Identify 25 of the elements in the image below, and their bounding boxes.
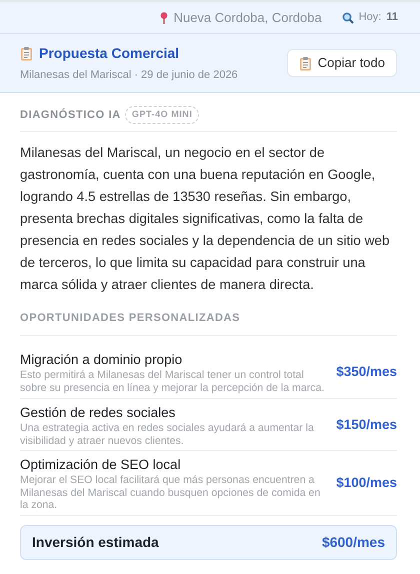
clipboard-icon: [20, 46, 33, 61]
total-label: Inversión estimada: [32, 532, 159, 552]
total-value: $600/mes: [322, 532, 385, 552]
location-text: Nueva Cordoba, Cordoba: [174, 8, 322, 27]
opportunity-price: $350/mes: [336, 362, 397, 381]
today-label: Hoy:: [358, 10, 382, 26]
opportunity-price: $100/mes: [336, 474, 397, 492]
search-icon: [342, 12, 354, 24]
copy-all-button[interactable]: Copiar todo: [286, 49, 397, 77]
opportunity-description: Mejorar el SEO local facilitará que más personas encuentren a Milanesas del Mariscal cuando busquen opciones de comida en la zona.: [20, 474, 322, 512]
opportunity-price: $150/mes: [336, 416, 397, 434]
proposal-title: Propuesta Comercial: [39, 44, 180, 63]
proposal-subtitle: Milanesas del Mariscal · 29 de junio de 2026: [20, 68, 238, 83]
today-count: 11: [386, 10, 398, 26]
opportunity-title: Optimización de SEO local: [20, 456, 182, 474]
opportunity-description: Una estrategia activa en redes sociales ayudará a aumentar la visibilidad y atraer nuevos clientes.: [20, 422, 315, 447]
clipboard-icon: [298, 56, 312, 70]
pin-icon: [160, 12, 168, 24]
opportunity-description: Esto permitirá a Milanesas del Mariscal tener un control total sobre su presencia en línea y mejorar la percepción de la marca.: [20, 369, 326, 394]
opportunity-title: Gestión de redes sociales: [20, 404, 176, 422]
opportunity-title: Migración a dominio propio: [20, 351, 184, 369]
opportunities-heading: OPORTUNIDADES PERSONALIZADAS: [20, 310, 397, 336]
model-badge: GPT-4O MINI: [124, 106, 200, 124]
diagnosis-heading: DIAGNÓSTICO IA: [20, 107, 121, 122]
diagnosis-text: Milanesas del Mariscal, un negocio en el sector de gastronomía, cuenta con una buena reputación en Google, logrando 4.5 estrellas de 13530 reseñas. Sin embargo, presenta brechas digitales significativas, como la falta de presencia en redes sociales y la dependencia de un sitio web de terceros, lo que limita su capacidad para construir una marca sólida y atraer clientes de manera directa.: [20, 144, 391, 294]
